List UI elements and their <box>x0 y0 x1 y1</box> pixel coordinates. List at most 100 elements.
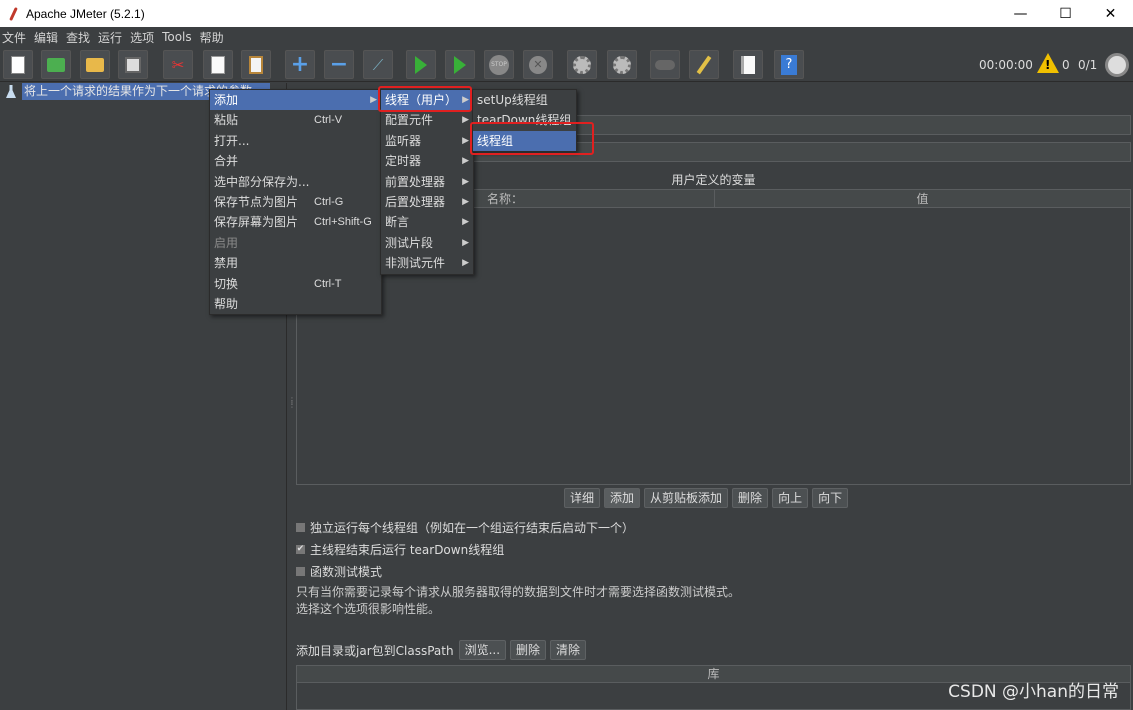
move-up-button[interactable]: 向上 <box>772 488 809 508</box>
browse-button[interactable]: 浏览... <box>458 640 507 660</box>
submenu-arrow-icon: ▶ <box>462 135 469 146</box>
menu-item-toggle[interactable]: 切换 Ctrl-T <box>210 274 381 294</box>
teardown-option[interactable]: ✔ 主线程结束后运行 tearDown线程组 <box>296 541 504 558</box>
copy-icon[interactable] <box>203 50 233 79</box>
menu-item-save-screen-image[interactable]: 保存屏幕为图片 Ctrl+Shift-G <box>210 212 381 232</box>
submenu-item-setup-thread-group[interactable]: setUp线程组 <box>473 90 576 110</box>
menu-item-disable[interactable]: 禁用 <box>210 253 381 273</box>
watermark: CSDN @小han的日常 <box>948 682 1119 702</box>
submenu-arrow-icon: ▶ <box>462 156 469 167</box>
collapse-icon[interactable]: − <box>324 50 354 79</box>
submenu-arrow-icon: ▶ <box>370 95 377 105</box>
functional-mode-option[interactable]: 函数测试模式 <box>296 563 382 580</box>
submenu-item-threads[interactable]: 线程（用户） ▶ <box>381 90 473 111</box>
menu-item-save-selection[interactable]: 选中部分保存为... <box>210 172 381 192</box>
detail-button[interactable]: 详细 <box>564 488 601 508</box>
classpath-delete-button[interactable]: 删除 <box>510 640 547 660</box>
menu-item-merge[interactable]: 合并 <box>210 151 381 171</box>
cut-icon[interactable]: ✂ <box>163 50 193 79</box>
search-icon[interactable] <box>650 50 680 79</box>
submenu-item-postprocessor[interactable]: 后置处理器 ▶ <box>381 192 473 212</box>
teardown-label: 主线程结束后运行 tearDown线程组 <box>310 543 505 557</box>
paste-icon[interactable] <box>241 50 271 79</box>
menu-item-save-node-image[interactable]: 保存节点为图片 Ctrl-G <box>210 192 381 212</box>
help-icon[interactable]: ? <box>774 50 804 79</box>
menu-bar: 文件 编辑 查找 运行 选项 Tools 帮助 <box>0 27 1133 47</box>
close-button[interactable]: ✕ <box>1088 0 1133 27</box>
run-each-group-label: 独立运行每个线程组（例如在一个组运行结束后启动下一个） <box>310 521 635 535</box>
save-icon[interactable] <box>118 50 148 79</box>
menu-item-paste[interactable]: 粘贴 Ctrl-V <box>210 110 381 130</box>
submenu-item-listener[interactable]: 监听器 ▶ <box>381 131 473 151</box>
menu-run[interactable]: 运行 <box>96 29 124 46</box>
warning-count: 0 <box>1062 58 1070 72</box>
submenu-item-thread-group[interactable]: 线程组 <box>473 130 576 152</box>
open-icon[interactable] <box>80 50 110 79</box>
functional-note-line2: 选择这个选项很影响性能。 <box>296 602 441 616</box>
new-icon[interactable] <box>3 50 33 79</box>
classpath-label: 添加目录或jar包到ClassPath <box>296 643 454 658</box>
title-bar: Apache JMeter (5.2.1) — ☐ ✕ <box>0 0 1133 27</box>
add-button[interactable]: 添加 <box>604 488 641 508</box>
start-icon[interactable] <box>406 50 436 79</box>
submenu-item-test-fragment[interactable]: 测试片段 ▶ <box>381 233 473 253</box>
submenu-item-teardown-thread-group[interactable]: tearDown线程组 <box>473 110 576 130</box>
toolbar: ✂ + − ⟋ STOP ✕ ? <box>0 47 1133 82</box>
toggle-icon[interactable]: ⟋ <box>363 50 393 79</box>
templates-icon[interactable] <box>41 50 71 79</box>
functional-mode-label: 函数测试模式 <box>310 565 383 579</box>
functional-mode-checkbox[interactable] <box>296 567 305 576</box>
stop-icon[interactable]: STOP <box>484 50 514 79</box>
submenu-item-preprocessor[interactable]: 前置处理器 ▶ <box>381 172 473 192</box>
menu-item-help[interactable]: 帮助 <box>210 294 381 314</box>
jmeter-feather-icon <box>6 7 20 21</box>
submenu-item-config[interactable]: 配置元件 ▶ <box>381 110 473 130</box>
elapsed-timer: 00:00:00 <box>979 58 1033 72</box>
menu-edit[interactable]: 编辑 <box>32 29 60 46</box>
maximize-button[interactable]: ☐ <box>1043 0 1088 27</box>
submenu-item-assertion[interactable]: 断言 ▶ <box>381 212 473 232</box>
teardown-checkbox[interactable]: ✔ <box>296 545 305 554</box>
clear-icon[interactable] <box>567 50 597 79</box>
menu-options[interactable]: 选项 <box>128 29 156 46</box>
submenu-arrow-icon: ▶ <box>462 95 469 105</box>
start-no-pause-icon[interactable] <box>445 50 475 79</box>
col-value-header[interactable]: 值 <box>715 190 1130 207</box>
run-each-group-checkbox[interactable] <box>296 523 305 532</box>
classpath-clear-button[interactable]: 清除 <box>550 640 587 660</box>
vars-button-row: 详细 添加 从剪贴板添加 删除 向上 向下 <box>564 488 849 508</box>
remote-engine-icon[interactable] <box>1105 53 1129 77</box>
move-down-button[interactable]: 向下 <box>812 488 849 508</box>
tree-context-menu: 添加 ▶ 粘贴 Ctrl-V 打开... 合并 选中部分保存为... 保存节点为图片… <box>209 89 382 316</box>
menu-tools[interactable]: Tools <box>160 30 194 44</box>
add-from-clipboard-button[interactable]: 从剪贴板添加 <box>644 488 729 508</box>
menu-help[interactable]: 帮助 <box>198 29 226 46</box>
menu-file[interactable]: 文件 <box>0 29 28 46</box>
submenu-arrow-icon: ▶ <box>462 237 469 248</box>
functional-note-line1: 只有当你需要记录每个请求从服务器取得的数据到文件时才需要选择函数测试模式。 <box>296 585 741 599</box>
window-title: Apache JMeter (5.2.1) <box>26 6 145 21</box>
expand-icon[interactable]: + <box>285 50 315 79</box>
menu-item-open[interactable]: 打开... <box>210 131 381 151</box>
submenu-arrow-icon: ▶ <box>462 217 469 228</box>
submenu-arrow-icon: ▶ <box>462 196 469 207</box>
minimize-button[interactable]: — <box>998 0 1043 27</box>
shutdown-icon[interactable]: ✕ <box>523 50 553 79</box>
menu-item-enable: 启用 <box>214 235 239 250</box>
submenu-arrow-icon: ▶ <box>462 176 469 187</box>
warning-icon[interactable] <box>1037 53 1059 73</box>
submenu-item-timer[interactable]: 定时器 ▶ <box>381 151 473 171</box>
menu-search[interactable]: 查找 <box>64 29 92 46</box>
submenu-item-non-test[interactable]: 非测试元件 ▶ <box>381 253 473 273</box>
test-plan-icon <box>6 85 16 98</box>
clear-all-icon[interactable] <box>607 50 637 79</box>
threads-submenu: setUp线程组 tearDown线程组 线程组 <box>472 89 577 153</box>
submenu-arrow-icon: ▶ <box>462 258 469 269</box>
run-each-group-option[interactable]: 独立运行每个线程组（例如在一个组运行结束后启动下一个） <box>296 519 634 536</box>
delete-button[interactable]: 删除 <box>732 488 769 508</box>
classpath-row: 添加目录或jar包到ClassPath 浏览... 删除 清除 <box>296 640 587 660</box>
reset-search-icon[interactable] <box>689 50 719 79</box>
function-helper-icon[interactable] <box>733 50 763 79</box>
add-submenu: 线程（用户） ▶ 配置元件 ▶ 监听器 ▶ 定时器 ▶ 前置处理器 ▶ 后置处理器 ▶ 断言… <box>380 89 474 275</box>
menu-item-add[interactable]: 添加 ▶ <box>210 90 381 111</box>
